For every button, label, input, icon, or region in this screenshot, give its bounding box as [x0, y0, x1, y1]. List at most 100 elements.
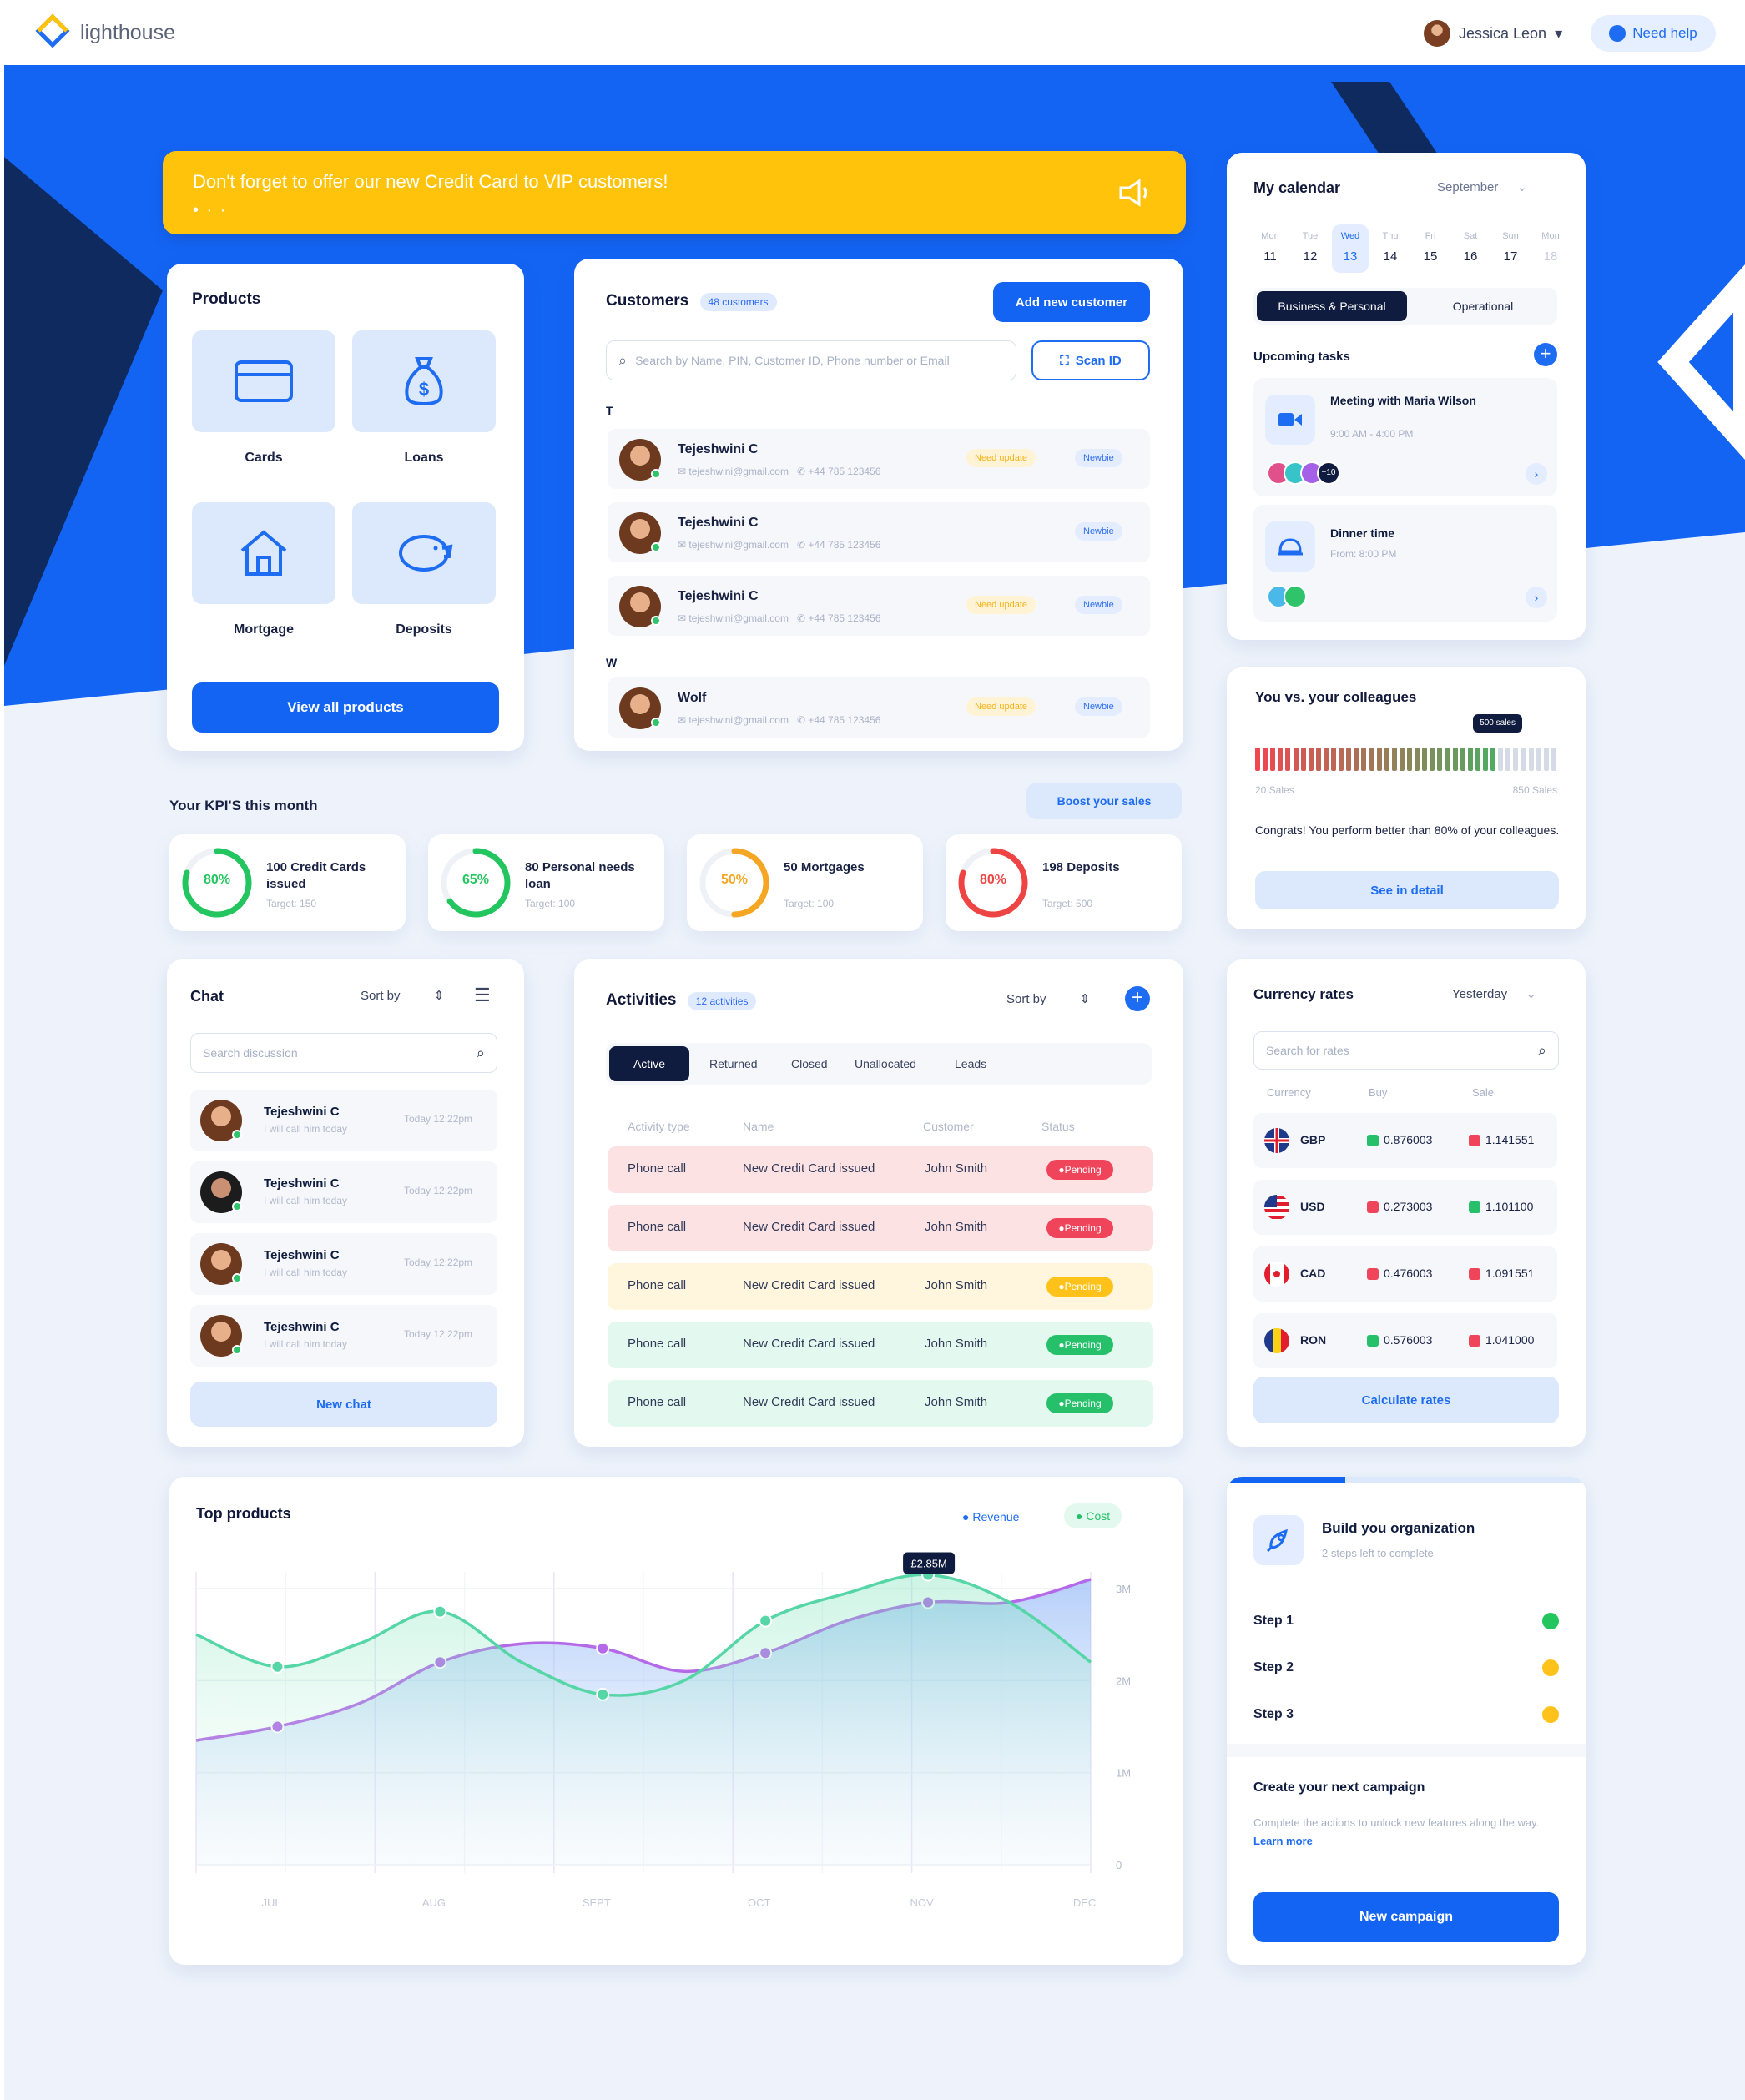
see-in-detail-button[interactable]: See in detail	[1255, 871, 1559, 909]
user-menu[interactable]: Jessica Leon ▾	[1424, 20, 1562, 47]
currency-row[interactable]: RON 0.576003 1.041000	[1253, 1313, 1557, 1368]
activity-customer: John Smith	[925, 1220, 988, 1234]
tab-business-personal[interactable]: Business & Personal	[1257, 291, 1407, 321]
scale-tick	[1270, 748, 1276, 771]
table-row[interactable]: Phone call New Credit Card issued John Smi…	[608, 1146, 1153, 1193]
step-status-icon	[1542, 1659, 1559, 1676]
calendar-day[interactable]: 18	[1534, 249, 1567, 264]
product-mortgage-tile[interactable]	[192, 502, 335, 604]
calendar-day[interactable]: 12	[1294, 249, 1327, 264]
new-campaign-button[interactable]: New campaign	[1253, 1892, 1559, 1942]
product-deposits-tile[interactable]	[352, 502, 496, 604]
product-loans-tile[interactable]: $	[352, 330, 496, 432]
dinner-icon	[1265, 521, 1315, 572]
table-row[interactable]: Phone call New Credit Card issued John Smi…	[608, 1380, 1153, 1427]
logo[interactable]: lighthouse	[33, 13, 175, 52]
tab-returned[interactable]: Returned	[701, 1046, 766, 1081]
activity-name: New Credit Card issued	[743, 1220, 875, 1234]
learn-more-link[interactable]: Learn more	[1253, 1835, 1313, 1847]
month-select[interactable]: September ⌄	[1437, 179, 1527, 194]
table-row[interactable]: Phone call New Credit Card issued John Smi…	[608, 1322, 1153, 1368]
customer-row[interactable]: Tejeshwini C ✉ tejeshwini@gmail.com ✆ +4…	[608, 429, 1150, 489]
chat-sort[interactable]: Sort by ⇕	[361, 988, 444, 1003]
x-tick-label: DEC	[1073, 1896, 1096, 1909]
status-badge: ● Pending	[1046, 1160, 1113, 1180]
need-update-tag: Need update	[966, 449, 1036, 467]
scale-tick	[1323, 748, 1329, 771]
task-card[interactable]: Meeting with Maria Wilson 9:00 AM - 4:00…	[1253, 378, 1557, 496]
customer-row[interactable]: Wolf ✉ tejeshwini@gmail.com ✆ +44 785 12…	[608, 677, 1150, 738]
filter-icon[interactable]: ☰	[474, 985, 491, 1006]
sort-label: Sort by	[361, 989, 401, 1003]
view-all-products-button[interactable]: View all products	[192, 682, 499, 733]
calendar-day[interactable]: 11	[1253, 249, 1287, 264]
task-card[interactable]: Dinner time From: 8:00 PM ›	[1253, 505, 1557, 622]
newbie-tag: Newbie	[1075, 697, 1122, 716]
rates-search-input[interactable]: Search for rates ⌕	[1253, 1031, 1559, 1070]
add-new-customer-button[interactable]: Add new customer	[993, 282, 1150, 322]
buy-rate: 0.476003	[1384, 1267, 1433, 1280]
y-tick-label: 1M	[1116, 1767, 1131, 1780]
chat-item[interactable]: Tejeshwini C I will call him today Today 1…	[190, 1233, 497, 1295]
table-row[interactable]: Phone call New Credit Card issued John Smi…	[608, 1205, 1153, 1251]
activities-sort[interactable]: Sort by ⇕	[1006, 991, 1090, 1006]
online-indicator	[232, 1345, 242, 1355]
y-tick-label: 2M	[1116, 1674, 1131, 1687]
chat-item[interactable]: Tejeshwini C I will call him today Today 1…	[190, 1305, 497, 1367]
kpi-target: Target: 100	[784, 898, 835, 909]
chat-item[interactable]: Tejeshwini C I will call him today Today 1…	[190, 1161, 497, 1223]
customer-name: Tejeshwini C	[678, 516, 759, 530]
need-help-button[interactable]: Need help	[1591, 15, 1716, 52]
product-cards-tile[interactable]	[192, 330, 335, 432]
customers-title: Customers 48 customers	[606, 292, 777, 311]
kpi-percent: 80%	[203, 873, 231, 887]
rocket-icon	[1253, 1515, 1304, 1565]
chat-message: I will call him today	[264, 1267, 348, 1278]
chat-search-input[interactable]: Search discussion ⌕	[190, 1033, 497, 1073]
scale-tick	[1452, 748, 1458, 771]
megaphone-icon[interactable]	[1116, 178, 1152, 208]
product-label: Cards	[245, 451, 283, 465]
chevron-right-icon[interactable]: ›	[1526, 587, 1547, 608]
organization-progress-fill	[1227, 1477, 1345, 1483]
piggy-bank-icon	[399, 535, 453, 572]
sort-arrows-icon: ⇕	[433, 989, 445, 1003]
period-select[interactable]: Yesterday ⌄	[1452, 986, 1536, 1001]
product-label: Mortgage	[234, 622, 294, 637]
add-activity-button[interactable]: +	[1125, 986, 1150, 1011]
scan-id-button[interactable]: ⛶ Scan ID	[1031, 340, 1150, 380]
period-label: Yesterday	[1452, 987, 1508, 1001]
customer-row[interactable]: Tejeshwini C ✉ tejeshwini@gmail.com ✆ +4…	[608, 576, 1150, 636]
calendar-day[interactable]: 14	[1374, 249, 1407, 264]
customer-row[interactable]: Tejeshwini C ✉ tejeshwini@gmail.com ✆ +4…	[608, 502, 1150, 562]
table-row[interactable]: Phone call New Credit Card issued John Smi…	[608, 1263, 1153, 1310]
gbp-flag-icon	[1263, 1127, 1290, 1154]
currency-row[interactable]: CAD 0.476003 1.091551	[1253, 1246, 1557, 1302]
data-point	[433, 1604, 447, 1619]
calendar-day[interactable]: 15	[1414, 249, 1447, 264]
boost-sales-button[interactable]: Boost your sales	[1026, 783, 1182, 819]
currency-row[interactable]: GBP 0.876003 1.141551	[1253, 1113, 1557, 1168]
currency-row[interactable]: USD 0.273003 1.101100	[1253, 1180, 1557, 1235]
tab-operational[interactable]: Operational	[1412, 291, 1554, 321]
tab-closed[interactable]: Closed	[783, 1046, 836, 1081]
scale-tick	[1339, 748, 1344, 771]
tab-active[interactable]: Active	[609, 1046, 689, 1081]
calculate-rates-button[interactable]: Calculate rates	[1253, 1377, 1559, 1423]
kpi-percent: 65%	[461, 873, 490, 887]
task-time: 9:00 AM - 4:00 PM	[1330, 428, 1414, 440]
add-task-button[interactable]: +	[1534, 343, 1557, 366]
new-chat-button[interactable]: New chat	[190, 1382, 497, 1427]
customer-search-input[interactable]: ⌕ Search by Name, PIN, Customer ID, Phon…	[606, 340, 1016, 380]
calendar-day[interactable]: 13	[1334, 249, 1367, 264]
chevron-right-icon[interactable]: ›	[1526, 463, 1547, 485]
calendar-day[interactable]: 17	[1494, 249, 1527, 264]
tab-unallocated[interactable]: Unallocated	[846, 1046, 925, 1081]
chat-item[interactable]: Tejeshwini C I will call him today Today 1…	[190, 1090, 497, 1151]
scale-tick	[1278, 748, 1284, 771]
tab-leads[interactable]: Leads	[946, 1046, 995, 1081]
calendar-day[interactable]: 16	[1454, 249, 1487, 264]
scale-tick	[1498, 748, 1504, 771]
activities-title-text: Activities	[606, 991, 677, 1009]
sort-arrows-icon: ⇕	[1079, 992, 1091, 1006]
